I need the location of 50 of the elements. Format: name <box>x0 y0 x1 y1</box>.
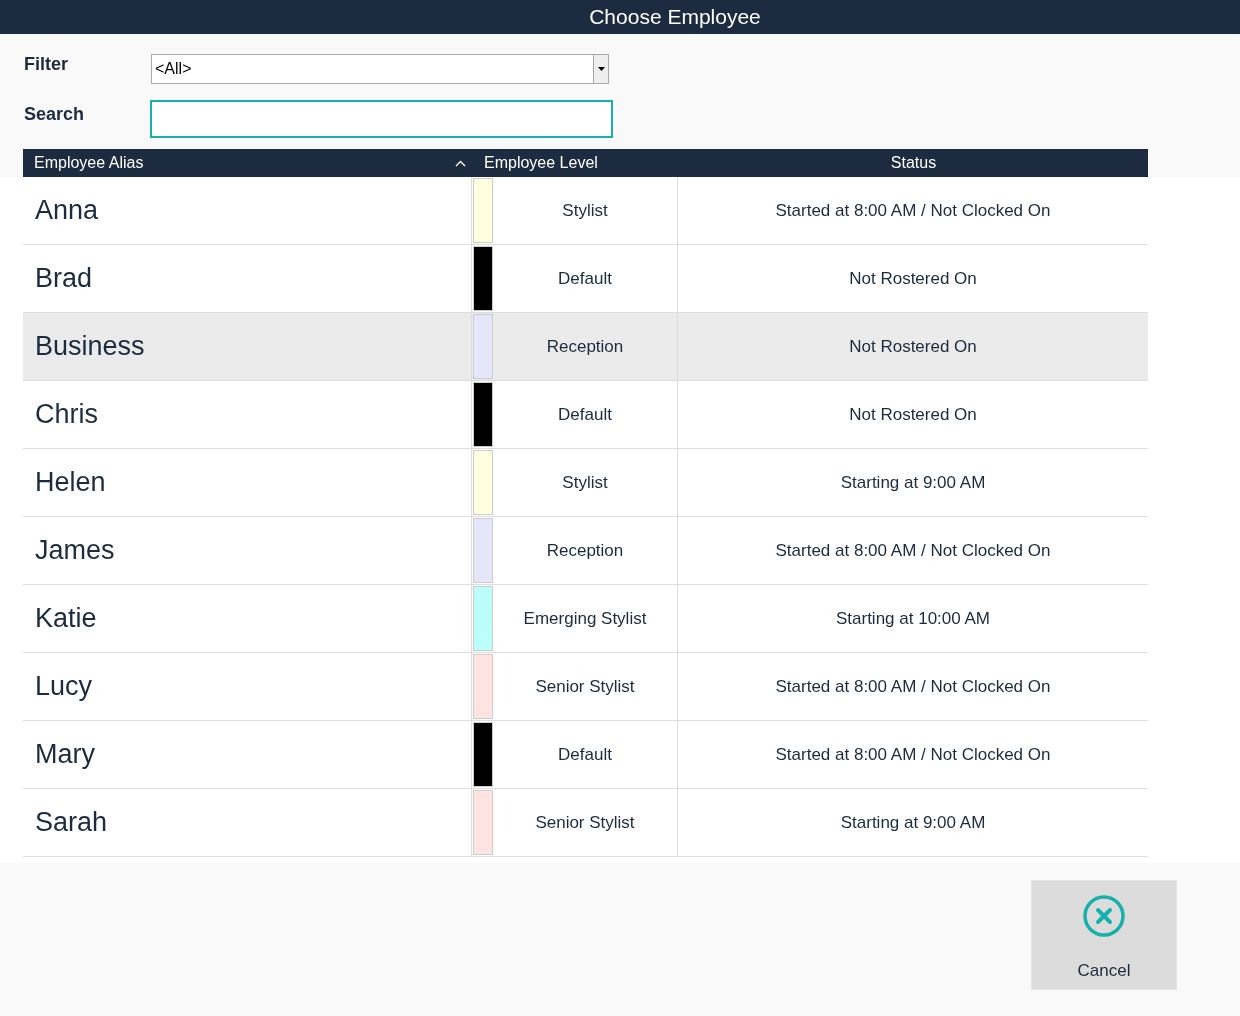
employee-status: Started at 8:00 AM / Not Clocked On <box>775 744 1051 765</box>
employee-level: Stylist <box>562 472 608 493</box>
filter-label: Filter <box>24 54 69 75</box>
employee-alias: James <box>35 535 115 566</box>
employee-row[interactable]: Helen Stylist Starting at 9:00 AM <box>23 449 1148 517</box>
employee-alias: Katie <box>35 603 97 634</box>
column-header[interactable]: Employee Level <box>474 149 679 177</box>
filter-dropdown[interactable]: <All> <box>151 54 609 84</box>
column-header[interactable]: Status <box>679 149 1148 177</box>
employee-alias: Sarah <box>35 807 108 838</box>
employee-alias: Chris <box>35 399 98 430</box>
employee-alias: Anna <box>35 195 99 226</box>
employee-row[interactable]: Brad Default Not Rostered On <box>23 245 1148 313</box>
employee-level: Reception <box>546 336 624 357</box>
employee-alias: Mary <box>35 739 95 770</box>
employee-row[interactable]: Lucy Senior Stylist Started at 8:00 AM / Not Clocked On <box>23 653 1148 721</box>
employee-level: Default <box>558 268 612 289</box>
employee-alias: Lucy <box>35 671 93 702</box>
search-field[interactable] <box>150 100 613 138</box>
employee-row[interactable]: Chris Default Not Rostered On <box>23 381 1148 449</box>
employee-status: Not Rostered On <box>849 336 977 357</box>
employee-row[interactable]: James Reception Started at 8:00 AM / Not Clocked On <box>23 517 1148 585</box>
employee-alias: Helen <box>35 467 106 498</box>
cancel-button[interactable]: Cancel <box>1031 880 1177 990</box>
employee-row[interactable]: Anna Stylist Started at 8:00 AM / Not Clocked On <box>23 177 1148 245</box>
employee-status: Not Rostered On <box>849 268 977 289</box>
employee-row[interactable]: Sarah Senior Stylist Starting at 9:00 AM <box>23 789 1148 857</box>
employee-level: Stylist <box>562 200 608 221</box>
employee-alias: Brad <box>35 263 93 294</box>
employee-level: Reception <box>546 540 624 561</box>
employee-status: Starting at 10:00 AM <box>835 608 990 629</box>
employee-level: Senior Stylist <box>535 812 635 833</box>
employee-status: Started at 8:00 AM / Not Clocked On <box>775 676 1051 697</box>
employee-status: Started at 8:00 AM / Not Clocked On <box>775 540 1051 561</box>
employee-level: Senior Stylist <box>535 676 635 697</box>
search-label: Search <box>24 104 86 125</box>
employee-status: Starting at 9:00 AM <box>840 472 986 493</box>
employee-row[interactable]: Business Reception Not Rostered On <box>23 313 1148 381</box>
window-title: Choose Employee <box>589 5 761 29</box>
employee-status: Not Rostered On <box>849 404 977 425</box>
employee-status: Started at 8:00 AM / Not Clocked On <box>775 200 1051 221</box>
close-icon <box>1083 895 1125 937</box>
employee-row[interactable]: Katie Emerging Stylist Starting at 10:00 AM <box>23 585 1148 653</box>
employee-level: Emerging Stylist <box>523 608 647 629</box>
employee-status: Starting at 9:00 AM <box>840 812 986 833</box>
employee-alias: Business <box>35 331 145 362</box>
employee-level: Default <box>558 744 612 765</box>
column-header[interactable]: Employee Alias <box>23 149 474 177</box>
employee-row[interactable]: Mary Default Started at 8:00 AM / Not Clocked On <box>23 721 1148 789</box>
employee-level: Default <box>558 404 612 425</box>
